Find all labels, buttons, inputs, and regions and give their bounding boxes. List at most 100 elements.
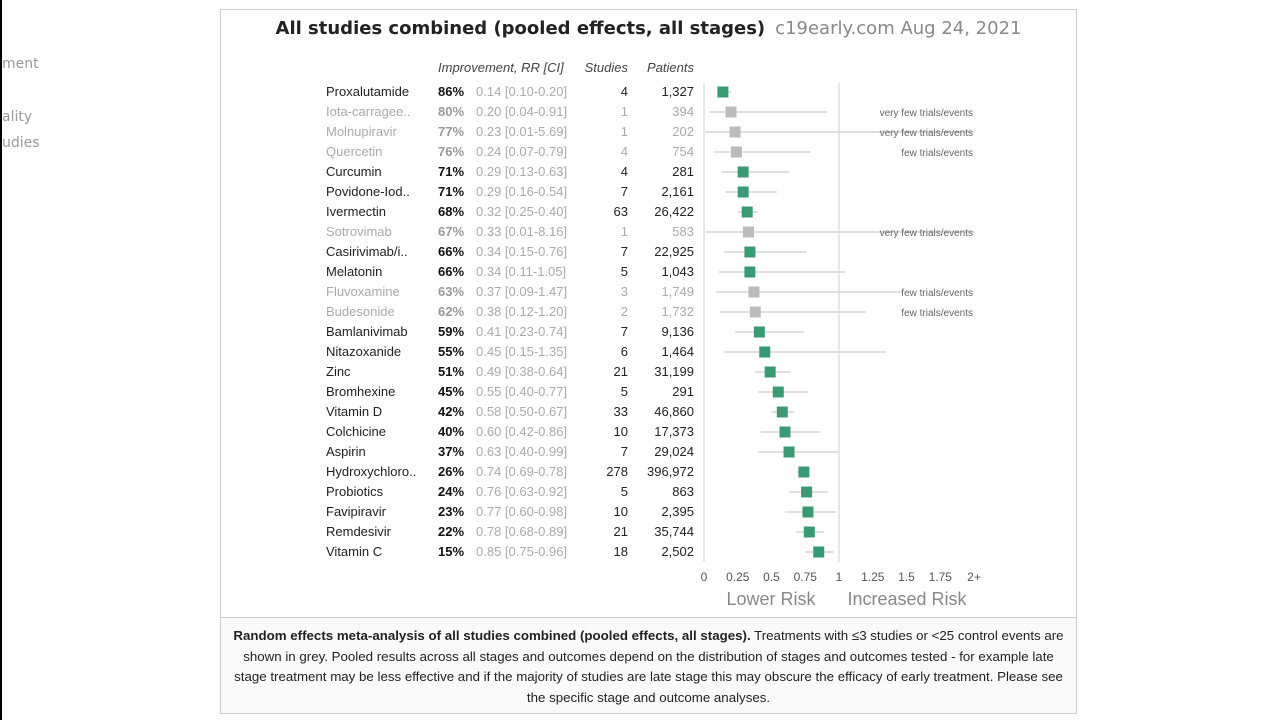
row-patients: 1,732 bbox=[661, 304, 694, 319]
x-tick-label: 0.75 bbox=[794, 570, 818, 584]
row-ci: 0.34 [0.15-0.76] bbox=[476, 244, 567, 259]
row-name: Curcumin bbox=[326, 164, 382, 179]
row-studies: 4 bbox=[621, 84, 628, 99]
row-ci: 0.58 [0.50-0.67] bbox=[476, 404, 567, 419]
point-estimate bbox=[759, 346, 771, 358]
row-name: Iota-carragee.. bbox=[326, 104, 411, 119]
row-note: few trials/events bbox=[901, 288, 973, 299]
row-ci: 0.24 [0.07-0.79] bbox=[476, 144, 567, 159]
row-studies: 1 bbox=[621, 124, 628, 139]
x-tick-label: 1 bbox=[836, 570, 843, 584]
row-patients: 1,327 bbox=[661, 84, 694, 99]
x-tick-label: 1.75 bbox=[929, 570, 953, 584]
row-patients: 394 bbox=[672, 104, 694, 119]
row-name: Povidone-Iod.. bbox=[326, 184, 410, 199]
row-ci: 0.29 [0.13-0.63] bbox=[476, 164, 567, 179]
row-patients: 2,395 bbox=[661, 504, 694, 519]
row-name: Melatonin bbox=[326, 264, 382, 279]
row-ci: 0.60 [0.42-0.86] bbox=[476, 424, 567, 439]
row-ci: 0.34 [0.11-1.05] bbox=[476, 264, 566, 279]
column-header-studies: Studies bbox=[585, 60, 629, 75]
left-item[interactable]: ality bbox=[2, 109, 32, 125]
row-studies: 63 bbox=[614, 204, 628, 219]
row-patients: 22,925 bbox=[654, 244, 694, 259]
row-studies: 7 bbox=[621, 244, 628, 259]
row-ci: 0.76 [0.63-0.92] bbox=[476, 484, 567, 499]
row-name: Aspirin bbox=[326, 444, 366, 459]
row-patients: 863 bbox=[672, 484, 694, 499]
left-item[interactable]: ment bbox=[2, 56, 39, 72]
x-label-lower-risk: Lower Risk bbox=[726, 589, 816, 609]
point-estimate bbox=[798, 466, 810, 478]
row-studies: 18 bbox=[614, 544, 628, 559]
row-patients: 291 bbox=[672, 384, 694, 399]
row-patients: 26,422 bbox=[654, 204, 694, 219]
point-estimate bbox=[776, 406, 788, 418]
row-name: Probiotics bbox=[326, 484, 384, 499]
point-estimate bbox=[744, 266, 756, 278]
row-name: Quercetin bbox=[326, 144, 382, 159]
row-improvement: 45% bbox=[438, 384, 464, 399]
row-patients: 35,744 bbox=[654, 524, 694, 539]
x-tick-label: 0 bbox=[701, 570, 708, 584]
row-studies: 4 bbox=[621, 164, 628, 179]
forest-plot: Improvement, RR [CI] Studies Patients Proxa… bbox=[326, 60, 981, 609]
row-note: few trials/events bbox=[901, 308, 973, 319]
x-tick-label: 2+ bbox=[967, 570, 981, 584]
left-panel: ment ality udies bbox=[0, 0, 220, 720]
row-improvement: 71% bbox=[438, 184, 464, 199]
row-name: Zinc bbox=[326, 364, 351, 379]
row-note: very few trials/events bbox=[880, 228, 973, 239]
row-name: Bromhexine bbox=[326, 384, 395, 399]
row-ci: 0.41 [0.23-0.74] bbox=[476, 324, 567, 339]
point-estimate bbox=[764, 366, 776, 378]
row-ci: 0.85 [0.75-0.96] bbox=[476, 544, 567, 559]
row-ci: 0.55 [0.40-0.77] bbox=[476, 384, 567, 399]
row-studies: 4 bbox=[621, 144, 628, 159]
x-tick-label: 1.25 bbox=[861, 570, 885, 584]
row-improvement: 80% bbox=[438, 104, 464, 119]
row-ci: 0.23 [0.01-5.69] bbox=[476, 124, 567, 139]
row-patients: 9,136 bbox=[661, 324, 694, 339]
row-improvement: 37% bbox=[438, 444, 464, 459]
row-patients: 46,860 bbox=[654, 404, 694, 419]
point-estimate bbox=[803, 526, 815, 538]
row-improvement: 42% bbox=[438, 404, 464, 419]
row-improvement: 15% bbox=[438, 544, 464, 559]
row-note: few trials/events bbox=[901, 148, 973, 159]
row-improvement: 62% bbox=[438, 304, 464, 319]
row-improvement: 66% bbox=[438, 264, 464, 279]
row-studies: 278 bbox=[606, 464, 628, 479]
row-name: Remdesivir bbox=[326, 524, 392, 539]
point-estimate bbox=[779, 426, 791, 438]
row-improvement: 22% bbox=[438, 524, 464, 539]
row-name: Colchicine bbox=[326, 424, 386, 439]
row-name: Budesonide bbox=[326, 304, 395, 319]
row-improvement: 66% bbox=[438, 244, 464, 259]
row-studies: 5 bbox=[621, 384, 628, 399]
row-ci: 0.32 [0.25-0.40] bbox=[476, 204, 567, 219]
row-improvement: 71% bbox=[438, 164, 464, 179]
row-name: Vitamin C bbox=[326, 544, 382, 559]
row-studies: 5 bbox=[621, 484, 628, 499]
row-patients: 754 bbox=[672, 144, 694, 159]
row-studies: 10 bbox=[614, 504, 628, 519]
row-patients: 17,373 bbox=[654, 424, 694, 439]
point-estimate bbox=[801, 486, 813, 498]
row-studies: 10 bbox=[614, 424, 628, 439]
caption: Random effects meta-analysis of all stud… bbox=[221, 617, 1076, 713]
row-studies: 7 bbox=[621, 184, 628, 199]
row-improvement: 55% bbox=[438, 344, 464, 359]
row-ci: 0.14 [0.10-0.20] bbox=[476, 84, 567, 99]
row-ci: 0.38 [0.12-1.20] bbox=[476, 304, 567, 319]
row-patients: 396,972 bbox=[647, 464, 694, 479]
point-estimate bbox=[802, 506, 814, 518]
row-ci: 0.45 [0.15-1.35] bbox=[476, 344, 567, 359]
point-estimate bbox=[753, 326, 765, 338]
row-name: Ivermectin bbox=[326, 204, 386, 219]
row-name: Molnupiravir bbox=[326, 124, 397, 139]
row-note: very few trials/events bbox=[880, 108, 973, 119]
left-item[interactable]: udies bbox=[2, 135, 40, 151]
row-studies: 33 bbox=[614, 404, 628, 419]
row-improvement: 26% bbox=[438, 464, 464, 479]
